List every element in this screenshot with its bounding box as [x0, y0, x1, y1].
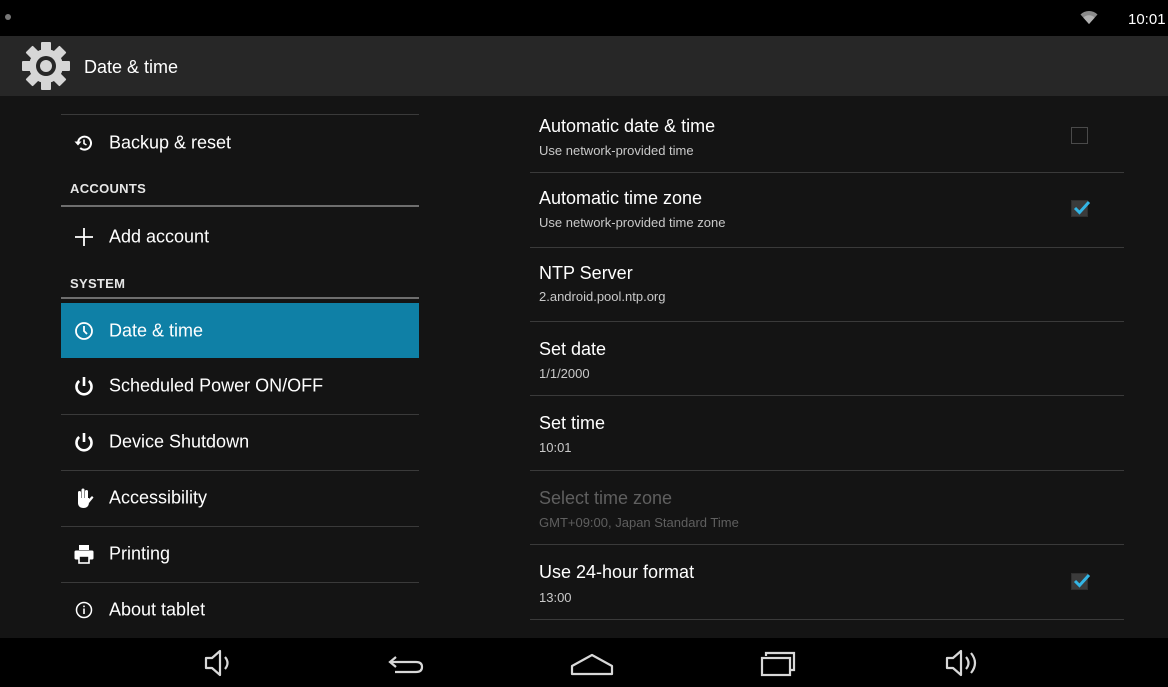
use-24-hour-format-checkbox[interactable] [1071, 573, 1091, 590]
home-icon[interactable] [569, 648, 615, 678]
checkmark-icon [1073, 573, 1091, 588]
pref-summary: Use network-provided time [539, 143, 694, 158]
divider [61, 114, 419, 115]
hand-icon [73, 487, 95, 509]
settings-categories-list: Backup & reset ACCOUNTS Add account SYST… [61, 96, 419, 638]
sidebar-item-label: Scheduled Power ON/OFF [109, 375, 324, 396]
pref-title: Select time zone [539, 488, 673, 508]
status-clock: 10:01 [1128, 11, 1166, 28]
section-divider [61, 297, 419, 299]
pref-select-time-zone[interactable]: Select time zone GMT+09:00, Japan Standa… [530, 471, 1124, 544]
info-icon [73, 599, 95, 621]
clock-icon [73, 320, 95, 342]
pref-title: Use 24-hour format [539, 562, 695, 582]
printer-icon [73, 543, 95, 565]
action-bar: Date & time [0, 36, 1168, 96]
pref-summary: 1/1/2000 [539, 366, 590, 381]
pref-ntp-server[interactable]: NTP Server 2.android.pool.ntp.org [530, 248, 1124, 321]
navigation-bar [0, 638, 1168, 687]
automatic-time-zone-checkbox[interactable] [1071, 200, 1091, 217]
pref-set-date[interactable]: Set date 1/1/2000 [530, 322, 1124, 395]
status-bar: 10:01 [0, 0, 1168, 36]
pref-summary: 13:00 [539, 590, 572, 605]
divider [530, 619, 1124, 620]
sidebar-item-label: Add account [109, 226, 210, 247]
pref-title: NTP Server [539, 263, 633, 283]
recents-icon[interactable] [758, 648, 800, 678]
sidebar-item-scheduled-power[interactable]: Scheduled Power ON/OFF [61, 361, 419, 411]
pref-summary: GMT+09:00, Japan Standard Time [539, 515, 739, 530]
plus-icon [73, 226, 95, 248]
settings-main: Backup & reset ACCOUNTS Add account SYST… [0, 96, 1168, 638]
pref-summary: 2.android.pool.ntp.org [539, 289, 666, 304]
pref-title: Automatic date & time [539, 116, 716, 136]
sidebar-item-date-time[interactable]: Date & time [61, 303, 419, 358]
sidebar-item-accessibility[interactable]: Accessibility [61, 473, 419, 523]
pref-automatic-time-zone[interactable]: Automatic time zone Use network-provided… [530, 173, 1124, 247]
date-time-preferences: Automatic date & time Use network-provid… [530, 96, 1124, 638]
back-icon[interactable] [385, 648, 427, 678]
pref-automatic-date-time[interactable]: Automatic date & time Use network-provid… [530, 96, 1124, 172]
sidebar-item-label: Device Shutdown [109, 431, 250, 452]
section-header-accounts: ACCOUNTS [70, 181, 147, 196]
sidebar-item-label: Backup & reset [109, 132, 232, 153]
pref-title: Set date [539, 339, 607, 359]
pref-use-24-hour-format[interactable]: Use 24-hour format 13:00 [530, 545, 1124, 619]
pref-summary: Use network-provided time zone [539, 215, 726, 230]
checkmark-icon [1073, 200, 1091, 215]
pref-summary: 10:01 [539, 440, 572, 455]
divider [61, 582, 419, 583]
sidebar-item-add-account[interactable]: Add account [61, 212, 419, 262]
automatic-date-time-checkbox[interactable] [1071, 127, 1088, 144]
power-icon [73, 375, 95, 397]
power-icon [73, 431, 95, 453]
volume-down-icon[interactable] [203, 648, 237, 678]
sidebar-item-device-shutdown[interactable]: Device Shutdown [61, 417, 419, 467]
pref-set-time[interactable]: Set time 10:01 [530, 396, 1124, 470]
restore-icon [73, 132, 95, 154]
divider [61, 526, 419, 527]
volume-up-icon[interactable] [944, 648, 984, 678]
divider [61, 414, 419, 415]
notification-dot-icon [5, 14, 11, 20]
sidebar-item-label: About tablet [109, 599, 206, 620]
sidebar-item-about-tablet[interactable]: About tablet [61, 585, 419, 635]
sidebar-item-backup-reset[interactable]: Backup & reset [61, 118, 419, 168]
pref-title: Automatic time zone [539, 188, 703, 208]
sidebar-item-label: Accessibility [109, 487, 208, 508]
sidebar-item-label: Printing [109, 543, 171, 564]
wifi-icon [1080, 9, 1098, 30]
settings-gear-icon[interactable] [18, 40, 74, 97]
page-title: Date & time [84, 57, 179, 77]
sidebar-item-label: Date & time [109, 320, 204, 340]
sidebar-item-printing[interactable]: Printing [61, 529, 419, 579]
section-divider [61, 205, 419, 207]
section-header-system: SYSTEM [70, 276, 126, 291]
pref-title: Set time [539, 413, 606, 433]
divider [61, 470, 419, 471]
